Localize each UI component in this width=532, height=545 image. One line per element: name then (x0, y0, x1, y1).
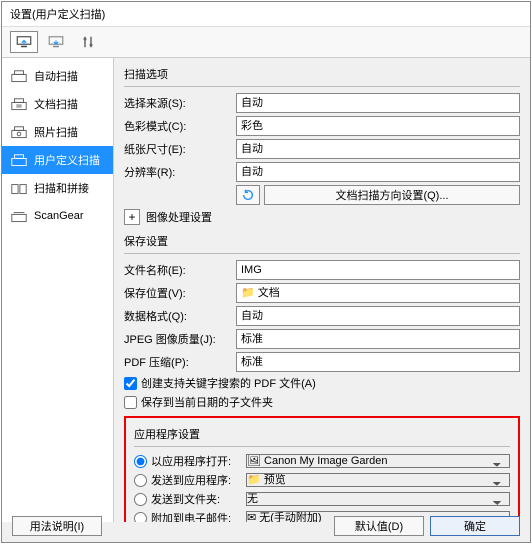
toolbar (2, 27, 530, 58)
sidebar-item-document[interactable]: 文档扫描 (2, 90, 113, 118)
sidebar-label: 照片扫描 (34, 124, 78, 140)
size-select[interactable]: 自动 (236, 139, 520, 159)
pdf-select[interactable]: 标准 (236, 352, 520, 372)
sidebar-item-photo[interactable]: 照片扫描 (2, 118, 113, 146)
sidebar-item-custom[interactable]: 用户定义扫描 (2, 146, 113, 174)
photo-icon (10, 124, 28, 140)
expand-image-proc[interactable]: + (124, 209, 140, 225)
filename-label: 文件名称(E): (124, 262, 236, 278)
stitch-icon (10, 180, 28, 196)
pdf-label: PDF 压缩(P): (124, 354, 236, 370)
sidebar-label: 文档扫描 (34, 96, 78, 112)
format-label: 数据格式(Q): (124, 308, 236, 324)
source-select[interactable]: 自动 (236, 93, 520, 113)
custom-icon (10, 152, 28, 168)
refresh-button[interactable] (236, 185, 260, 205)
res-label: 分辨率(R): (124, 164, 236, 180)
sidebar-item-auto[interactable]: 自动扫描 (2, 62, 113, 90)
tab-scan-from-computer[interactable] (10, 31, 38, 53)
sidebar-label: ScanGear (34, 210, 84, 222)
radio-send-app[interactable] (134, 474, 147, 487)
radio-send-folder[interactable] (134, 493, 147, 506)
jpeg-label: JPEG 图像质量(J): (124, 331, 236, 347)
document-icon (10, 96, 28, 112)
app-settings-highlight: 应用程序设置 以应用程序打开: 🖼 Canon My Image Garden … (124, 416, 520, 522)
tab-scan-from-panel[interactable] (42, 31, 70, 53)
window-title: 设置(用户定义扫描) (2, 2, 530, 27)
sidebar-item-stitch[interactable]: 扫描和拼接 (2, 174, 113, 202)
divider (124, 86, 520, 87)
help-button[interactable]: 用法说明(I) (12, 516, 102, 536)
send-folder-select[interactable]: 无 (246, 492, 510, 506)
sidebar-label: 扫描和拼接 (34, 180, 89, 196)
filename-select[interactable]: IMG (236, 260, 520, 280)
sidebar: 自动扫描 文档扫描 照片扫描 用户定义扫描 扫描和拼接 ScanGear (2, 58, 114, 522)
divider (124, 253, 520, 254)
app-options-title: 应用程序设置 (134, 426, 510, 442)
format-select[interactable]: 自动 (236, 306, 520, 326)
mode-label: 色彩模式(C): (124, 118, 236, 134)
auto-icon (10, 68, 28, 84)
save-options-title: 保存设置 (124, 233, 520, 249)
content-panel: 扫描选项 选择来源(S): 自动 色彩模式(C): 彩色 纸张尺寸(E): 自动… (114, 58, 530, 522)
divider (134, 446, 510, 447)
chk-pdf-keyword-label: 创建支持关键字搜索的 PDF 文件(A) (141, 375, 316, 391)
mode-select[interactable]: 彩色 (236, 116, 520, 136)
image-proc-label: 图像处理设置 (146, 209, 212, 225)
scan-options-title: 扫描选项 (124, 66, 520, 82)
tab-general-settings[interactable] (74, 31, 102, 53)
orientation-button[interactable]: 文档扫描方向设置(Q)... (264, 185, 520, 205)
chk-date-subfolder-label: 保存到当前日期的子文件夹 (141, 394, 273, 410)
open-app-select[interactable]: 🖼 Canon My Image Garden (246, 454, 510, 468)
sidebar-label: 用户定义扫描 (34, 152, 100, 168)
footer: 用法说明(I) 默认值(D) 确定 (2, 516, 530, 536)
sidebar-label: 自动扫描 (34, 68, 78, 84)
loc-select[interactable]: 📁 文档 (236, 283, 520, 303)
chk-pdf-keyword[interactable] (124, 377, 137, 390)
loc-label: 保存位置(V): (124, 285, 236, 301)
default-button[interactable]: 默认值(D) (334, 516, 424, 536)
scangear-icon (10, 208, 28, 224)
size-label: 纸张尺寸(E): (124, 141, 236, 157)
ok-button[interactable]: 确定 (430, 516, 520, 536)
jpeg-select[interactable]: 标准 (236, 329, 520, 349)
send-app-select[interactable]: 📁 预览 (246, 473, 510, 487)
source-label: 选择来源(S): (124, 95, 236, 111)
res-select[interactable]: 自动 (236, 162, 520, 182)
radio-open-app[interactable] (134, 455, 147, 468)
sidebar-item-scangear[interactable]: ScanGear (2, 202, 113, 230)
chk-date-subfolder[interactable] (124, 396, 137, 409)
